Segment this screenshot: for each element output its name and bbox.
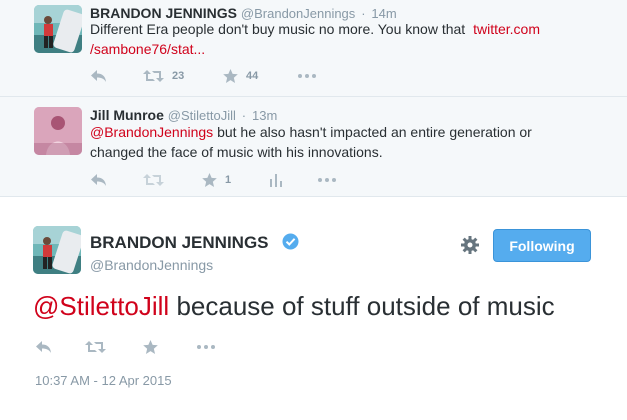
reply-icon [36, 341, 51, 353]
more-icon [197, 345, 215, 349]
tweet-text-content: Different Era people don't buy music no … [90, 21, 470, 37]
favorite-icon [223, 69, 238, 83]
tweet-text: Different Era people don't buy music no … [90, 19, 560, 59]
favorite-count: 1 [225, 174, 232, 186]
timestamp[interactable]: 13m [252, 108, 277, 123]
retweet-icon [143, 174, 164, 186]
favorite-icon [202, 173, 217, 187]
avatar[interactable] [33, 226, 81, 274]
context-tweet-1[interactable]: BRANDON JENNINGS @BrandonJennings · 14m … [0, 0, 627, 97]
reply-icon [91, 70, 106, 82]
more-button[interactable] [197, 338, 215, 356]
author-handle[interactable]: @BrandonJennings [90, 257, 213, 273]
main-tweet: BRANDON JENNINGS @BrandonJennings Follow… [0, 197, 627, 420]
gear-icon[interactable] [460, 235, 480, 255]
tweet-date[interactable]: 10:37 AM - 12 Apr 2015 [35, 373, 172, 388]
reply-button[interactable] [35, 338, 52, 356]
more-button[interactable] [318, 171, 336, 189]
tweet-link[interactable]: twitter.com [473, 21, 540, 37]
following-button[interactable]: Following [493, 229, 591, 262]
reply-button[interactable] [90, 67, 107, 85]
separator-dot: · [241, 108, 247, 123]
retweet-button[interactable] [85, 338, 106, 356]
retweet-icon [143, 70, 164, 82]
retweet-count: 23 [172, 70, 185, 82]
retweet-button[interactable]: 23 [143, 67, 184, 85]
tweet-text: @StilettoJill because of stuff outside o… [33, 291, 555, 321]
tweet-actions: 23 44 [90, 67, 330, 85]
avatar[interactable] [34, 5, 82, 53]
reply-button[interactable] [90, 171, 107, 189]
retweet-button[interactable] [143, 171, 164, 189]
favorite-button[interactable] [143, 338, 158, 356]
analytics-icon [270, 173, 282, 187]
context-tweet-2[interactable]: Jill Munroe @StilettoJill · 13m @Brandon… [0, 97, 627, 197]
favorite-icon [143, 340, 158, 354]
analytics-button[interactable] [270, 171, 283, 189]
tweet-mention[interactable]: @StilettoJill [33, 291, 169, 321]
tweet-link-continued[interactable]: /sambone76/stat... [90, 41, 205, 57]
tweet-actions [35, 338, 235, 356]
author-handle[interactable]: @StilettoJill [168, 108, 236, 123]
tweet-actions: 1 [90, 171, 340, 189]
author-name[interactable]: BRANDON JENNINGS [90, 233, 269, 253]
more-icon [318, 178, 336, 182]
more-icon [298, 74, 316, 78]
retweet-icon [85, 341, 106, 353]
tweet-mention[interactable]: @BrandonJennings [90, 124, 213, 140]
verified-icon [282, 233, 299, 250]
favorite-button[interactable]: 1 [202, 171, 231, 189]
avatar[interactable] [34, 107, 82, 155]
favorite-count: 44 [246, 70, 259, 82]
reply-icon [91, 174, 106, 186]
tweet-text-content: because of stuff outside of music [169, 291, 555, 321]
more-button[interactable] [298, 67, 316, 85]
tweet-text: @BrandonJennings but he also hasn't impa… [90, 122, 560, 162]
author-name[interactable]: Jill Munroe [90, 107, 164, 123]
favorite-button[interactable]: 44 [223, 67, 258, 85]
